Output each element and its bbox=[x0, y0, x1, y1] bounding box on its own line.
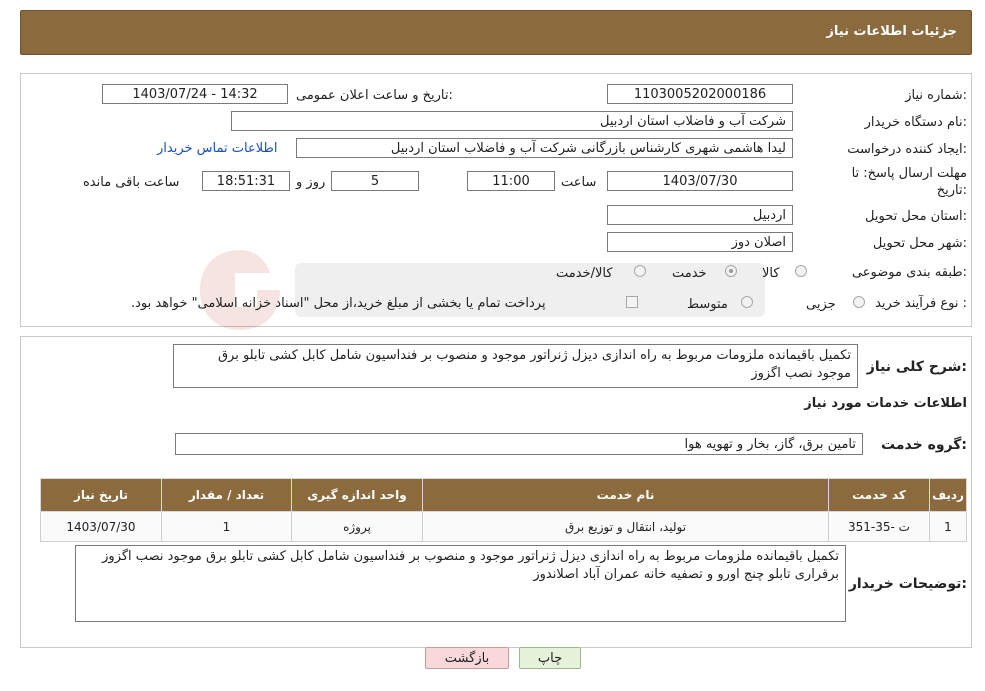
category-option-goods-service: کالا/خدمت bbox=[556, 266, 613, 281]
category-option-service: خدمت bbox=[672, 266, 707, 281]
back-button[interactable]: بازگشت bbox=[425, 647, 509, 669]
purchase-radio-medium[interactable] bbox=[741, 296, 753, 308]
service-group-label: گروه خدمت: bbox=[881, 437, 967, 453]
deadline-time-field: 11:00 bbox=[467, 171, 555, 191]
page-header: جزئیات اطلاعات نیاز bbox=[20, 10, 972, 55]
province-label: استان محل تحویل: bbox=[865, 209, 967, 224]
announce-datetime-label: تاریخ و ساعت اعلان عمومی: bbox=[296, 88, 453, 103]
category-radio-goods-service[interactable] bbox=[634, 265, 646, 277]
description-textarea[interactable]: تکمیل باقیمانده ملزومات مربوط به راه اند… bbox=[173, 344, 858, 388]
services-section-title: اطلاعات خدمات مورد نیاز bbox=[804, 396, 967, 411]
buyer-org-label: نام دستگاه خریدار: bbox=[864, 115, 967, 130]
cell-service-code: ت -35-351 bbox=[828, 511, 930, 542]
deadline-time-label: ساعت bbox=[561, 175, 597, 190]
cell-service-name: تولید، انتقال و توزیع برق bbox=[422, 511, 829, 542]
col-header-service-name: نام خدمت bbox=[422, 478, 829, 512]
requester-field: لیدا هاشمی شهری کارشناس بازرگانی شرکت آب… bbox=[296, 138, 793, 158]
treasury-payment-note: پرداخت تمام یا بخشی از مبلغ خرید،از محل … bbox=[131, 296, 546, 311]
deadline-label: مهلت ارسال پاسخ: تا bbox=[851, 166, 967, 181]
days-label: روز و bbox=[296, 175, 326, 190]
description-label: شرح کلی نیاز: bbox=[866, 359, 967, 375]
purchase-type-label: نوع فرآیند خرید : bbox=[875, 296, 967, 311]
remaining-label: ساعت باقی مانده bbox=[83, 175, 180, 190]
buyer-notes-label: توضیحات خریدار: bbox=[848, 576, 967, 592]
description-text: تکمیل باقیمانده ملزومات مربوط به راه اند… bbox=[217, 348, 851, 381]
col-header-quantity: تعداد / مقدار bbox=[161, 478, 292, 512]
buyer-org-field: شرکت آب و فاضلاب استان اردبیل bbox=[231, 111, 793, 131]
purchase-option-minor: جزیی bbox=[806, 297, 836, 312]
table-row: 1 ت -35-351 تولید، انتقال و توزیع برق پر… bbox=[40, 511, 967, 542]
treasury-payment-checkbox[interactable] bbox=[626, 296, 638, 308]
col-header-row-num: ردیف bbox=[929, 478, 967, 512]
days-remaining-field: 5 bbox=[331, 171, 419, 191]
cell-quantity: 1 bbox=[161, 511, 292, 542]
col-header-unit: واحد اندازه گیری bbox=[291, 478, 423, 512]
page-title: جزئیات اطلاعات نیاز bbox=[826, 24, 957, 39]
service-group-field: تامین برق، گاز، بخار و تهویه هوا bbox=[175, 433, 863, 455]
category-radio-goods[interactable] bbox=[795, 265, 807, 277]
buyer-notes-text: تکمیل باقیمانده ملزومات مربوط به راه اند… bbox=[102, 549, 839, 582]
purchase-radio-minor[interactable] bbox=[853, 296, 865, 308]
category-option-goods: کالا bbox=[762, 266, 780, 281]
province-field: اردبیل bbox=[607, 205, 793, 225]
col-header-need-date: تاریخ نیاز bbox=[40, 478, 162, 512]
deadline-label-date: تاریخ: bbox=[936, 183, 967, 198]
city-label: شهر محل تحویل: bbox=[872, 236, 967, 251]
need-number-label: شماره نیاز: bbox=[905, 88, 967, 103]
buyer-contact-link[interactable]: اطلاعات تماس خریدار bbox=[157, 141, 277, 156]
services-table: ردیف کد خدمت نام خدمت واحد اندازه گیری ت… bbox=[40, 478, 967, 542]
requester-label: ایجاد کننده درخواست: bbox=[847, 142, 967, 157]
need-number-field: 1103005202000186 bbox=[607, 84, 793, 104]
deadline-date-field: 1403/07/30 bbox=[607, 171, 793, 191]
cell-need-date: 1403/07/30 bbox=[40, 511, 162, 542]
cell-unit: پروژه bbox=[291, 511, 423, 542]
remaining-time-field: 18:51:31 bbox=[202, 171, 290, 191]
table-header-row: ردیف کد خدمت نام خدمت واحد اندازه گیری ت… bbox=[40, 478, 967, 512]
announce-datetime-field: 1403/07/24 - 14:32 bbox=[102, 84, 288, 104]
category-radio-service[interactable] bbox=[725, 265, 737, 277]
print-button[interactable]: چاپ bbox=[519, 647, 581, 669]
category-label: طبقه بندی موضوعی: bbox=[851, 265, 967, 280]
purchase-option-medium: متوسط bbox=[687, 297, 728, 312]
city-field: اصلان دوز bbox=[607, 232, 793, 252]
buyer-notes-textarea[interactable]: تکمیل باقیمانده ملزومات مربوط به راه اند… bbox=[75, 545, 846, 622]
col-header-service-code: کد خدمت bbox=[828, 478, 930, 512]
cell-row-num: 1 bbox=[929, 511, 967, 542]
